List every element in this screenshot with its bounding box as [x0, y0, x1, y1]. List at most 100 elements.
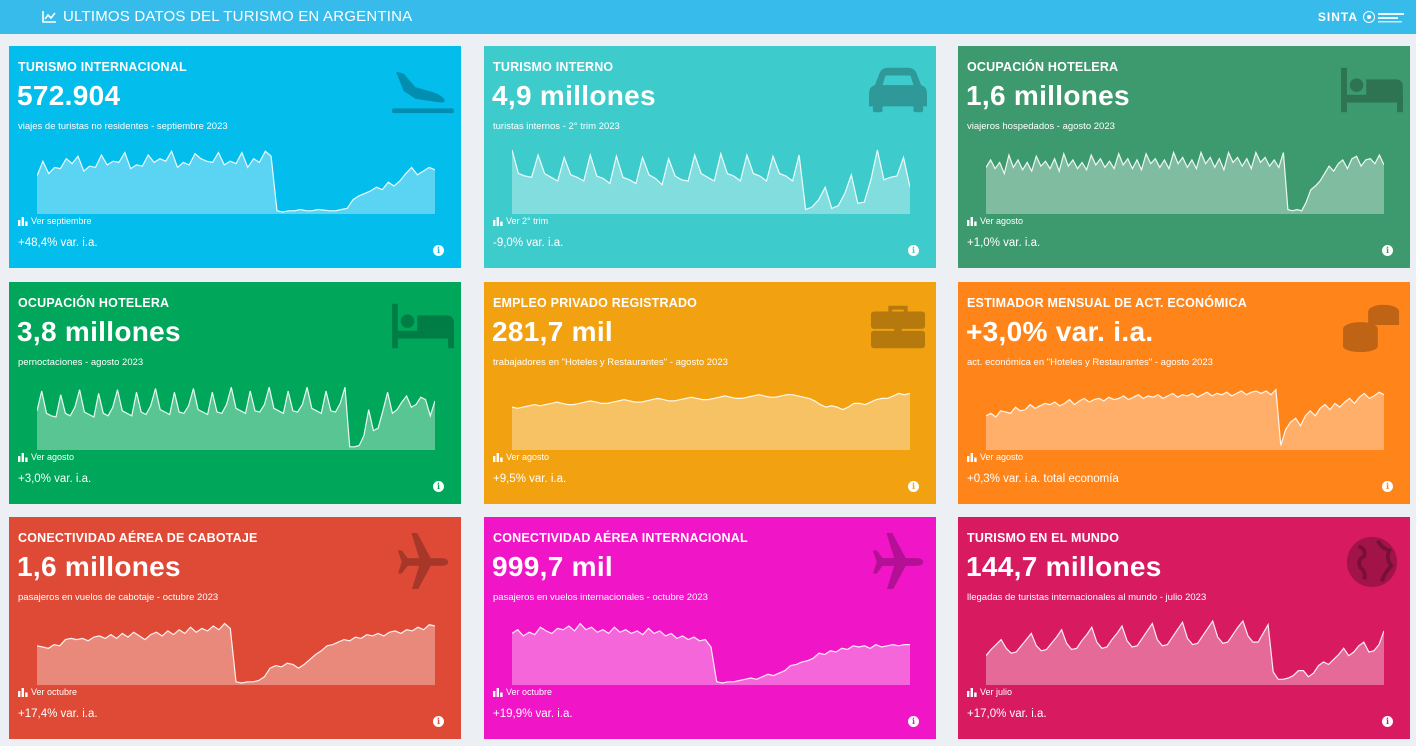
line-chart-icon: [42, 11, 56, 23]
view-link-label: Ver agosto: [506, 452, 550, 462]
bar-chart-icon: [493, 216, 503, 226]
plane-arrival-icon: [389, 62, 457, 118]
variation-text: +48,4% var. i.a.: [18, 237, 98, 249]
view-link[interactable]: Ver septiembre: [18, 216, 92, 226]
info-icon[interactable]: i: [433, 481, 444, 492]
card-value: 1,6 millones: [966, 80, 1130, 111]
variation-text: +0,3% var. i.a. total economía: [967, 473, 1119, 485]
card-value: 3,8 millones: [17, 316, 181, 347]
coins-icon: [1338, 298, 1406, 354]
view-link-label: Ver agosto: [980, 216, 1024, 226]
top-bar: ULTIMOS DATOS DEL TURISMO EN ARGENTINA S…: [0, 0, 1416, 34]
view-link[interactable]: Ver agosto: [493, 452, 549, 462]
indicator-card-2[interactable]: TURISMO INTERNO 4,9 millones turistas in…: [484, 46, 936, 268]
variation-text: +17,4% var. i.a.: [18, 708, 98, 720]
sparkline-chart: [512, 392, 910, 450]
card-title: TURISMO INTERNACIONAL: [18, 60, 187, 74]
card-value: 1,6 millones: [17, 551, 181, 582]
view-link-label: Ver julio: [980, 687, 1013, 697]
card-title: ESTIMADOR MENSUAL DE ACT. ECONÓMICA: [967, 296, 1247, 310]
indicator-card-3[interactable]: OCUPACIÓN HOTELERA 1,6 millones viajeros…: [958, 46, 1410, 268]
info-icon[interactable]: i: [1382, 716, 1393, 727]
car-icon: [864, 62, 932, 118]
card-subtitle: llegadas de turistas internacionales al …: [967, 592, 1207, 603]
indicator-card-6[interactable]: ESTIMADOR MENSUAL DE ACT. ECONÓMICA +3,0…: [958, 282, 1410, 504]
card-subtitle: pasajeros en vuelos de cabotaje - octubr…: [18, 592, 219, 603]
airplane-icon: [864, 533, 932, 591]
brand-logo[interactable]: SINTA: [1318, 10, 1358, 24]
indicator-card-8[interactable]: CONECTIVIDAD AÉREA INTERNACIONAL 999,7 m…: [484, 517, 936, 739]
indicator-card-4[interactable]: OCUPACIÓN HOTELERA 3,8 millones pernocta…: [9, 282, 461, 504]
card-title: CONECTIVIDAD AÉREA INTERNACIONAL: [493, 531, 748, 545]
card-title: OCUPACIÓN HOTELERA: [967, 60, 1119, 74]
sparkline-chart: [37, 149, 435, 214]
government-logo[interactable]: [1362, 8, 1406, 26]
info-icon[interactable]: i: [908, 716, 919, 727]
bar-chart-icon: [967, 687, 977, 697]
info-icon[interactable]: i: [1382, 245, 1393, 256]
view-link-label: Ver agosto: [31, 452, 75, 462]
variation-text: +3,0% var. i.a.: [18, 473, 92, 485]
view-link-label: Ver octubre: [31, 687, 78, 697]
card-subtitle: viajes de turistas no residentes - septi…: [18, 121, 228, 132]
indicator-card-9[interactable]: TURISMO EN EL MUNDO 144,7 millones llega…: [958, 517, 1410, 739]
info-icon[interactable]: i: [1382, 481, 1393, 492]
info-icon[interactable]: i: [908, 481, 919, 492]
view-link-label: Ver octubre: [506, 687, 553, 697]
info-icon[interactable]: i: [908, 245, 919, 256]
sparkline-chart: [37, 387, 435, 450]
card-title: OCUPACIÓN HOTELERA: [18, 296, 170, 310]
bar-chart-icon: [18, 216, 28, 226]
bar-chart-icon: [967, 216, 977, 226]
briefcase-icon: [864, 298, 932, 354]
sparkline-chart: [986, 388, 1384, 450]
card-title: TURISMO INTERNO: [493, 60, 614, 74]
card-value: 4,9 millones: [492, 80, 656, 111]
globe-icon: [1338, 533, 1406, 589]
bar-chart-icon: [18, 452, 28, 462]
bar-chart-icon: [18, 687, 28, 697]
info-icon[interactable]: i: [433, 716, 444, 727]
variation-text: +9,5% var. i.a.: [493, 473, 567, 485]
card-value: 572.904: [17, 80, 121, 111]
card-subtitle: act. económica en "Hoteles y Restaurante…: [967, 357, 1213, 368]
view-link-label: Ver 2° trim: [506, 216, 549, 226]
view-link[interactable]: Ver agosto: [967, 216, 1023, 226]
view-link[interactable]: Ver agosto: [18, 452, 74, 462]
view-link[interactable]: Ver octubre: [493, 687, 552, 697]
variation-text: +17,0% var. i.a.: [967, 708, 1047, 720]
indicator-card-1[interactable]: TURISMO INTERNACIONAL 572.904 viajes de …: [9, 46, 461, 268]
view-link[interactable]: Ver octubre: [18, 687, 77, 697]
bar-chart-icon: [493, 452, 503, 462]
view-link[interactable]: Ver julio: [967, 687, 1012, 697]
card-value: 999,7 mil: [492, 551, 614, 582]
info-icon[interactable]: i: [433, 245, 444, 256]
sparkline-chart: [37, 622, 435, 685]
variation-text: -9,0% var. i.a.: [493, 237, 564, 249]
card-subtitle: trabajadores en "Hoteles y Restaurantes"…: [493, 357, 728, 368]
view-link-label: Ver agosto: [980, 452, 1024, 462]
card-subtitle: viajeros hospedados - agosto 2023: [967, 121, 1115, 132]
card-title: TURISMO EN EL MUNDO: [967, 531, 1120, 545]
sparkline-chart: [512, 622, 910, 685]
page-title: ULTIMOS DATOS DEL TURISMO EN ARGENTINA: [63, 8, 413, 25]
card-title: EMPLEO PRIVADO REGISTRADO: [493, 296, 698, 310]
card-value: 281,7 mil: [492, 316, 614, 347]
card-subtitle: turistas internos - 2° trim 2023: [493, 121, 620, 132]
card-title: CONECTIVIDAD AÉREA DE CABOTAJE: [18, 531, 258, 545]
card-subtitle: pernoctaciones - agosto 2023: [18, 357, 144, 368]
variation-text: +1,0% var. i.a.: [967, 237, 1041, 249]
card-value: +3,0% var. i.a.: [966, 316, 1154, 347]
airplane-icon: [389, 533, 457, 591]
indicator-card-7[interactable]: CONECTIVIDAD AÉREA DE CABOTAJE 1,6 millo…: [9, 517, 461, 739]
bed-icon: [389, 298, 457, 354]
view-link[interactable]: Ver 2° trim: [493, 216, 548, 226]
indicator-card-5[interactable]: EMPLEO PRIVADO REGISTRADO 281,7 mil trab…: [484, 282, 936, 504]
bar-chart-icon: [493, 687, 503, 697]
view-link[interactable]: Ver agosto: [967, 452, 1023, 462]
header-title-group: ULTIMOS DATOS DEL TURISMO EN ARGENTINA: [42, 8, 412, 25]
card-value: 144,7 millones: [966, 551, 1162, 582]
sparkline-chart: [986, 619, 1384, 685]
card-subtitle: pasajeros en vuelos internacionales - oc…: [493, 592, 708, 603]
bar-chart-icon: [967, 452, 977, 462]
